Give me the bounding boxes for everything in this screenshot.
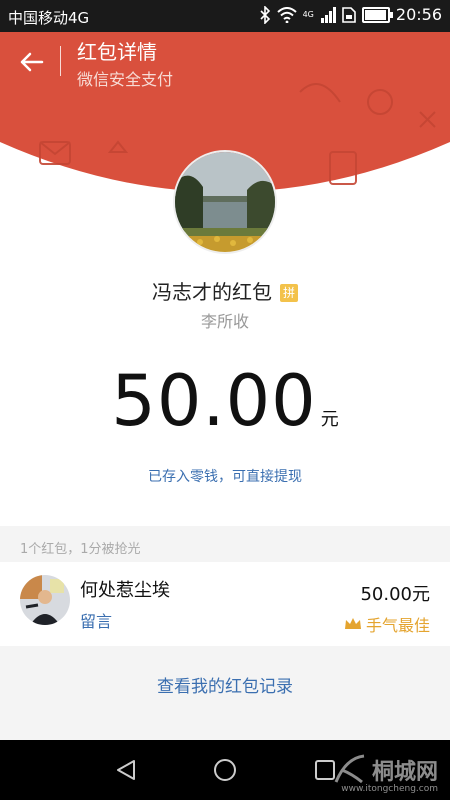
clock: 20:56 bbox=[395, 5, 442, 24]
crown-icon bbox=[344, 618, 361, 629]
person-photo bbox=[20, 575, 70, 625]
nav-back-button[interactable] bbox=[114, 758, 138, 782]
receiver-name: 何处惹尘埃 bbox=[80, 580, 170, 601]
packet-owner-label: 冯志才的红包 bbox=[152, 280, 272, 304]
network-type-label: 4G bbox=[302, 10, 314, 19]
pin-badge: 拼 bbox=[280, 284, 298, 302]
sim-icon bbox=[342, 6, 356, 23]
site-watermark: 桐城网 www.itongcheng.com bbox=[332, 740, 438, 800]
page-title: 红包详情 bbox=[77, 40, 157, 64]
carrier-name: 中国移动4G bbox=[8, 9, 90, 27]
status-bar: 中国移动4G 4G 20:56 bbox=[0, 0, 450, 32]
packet-summary: 1个红包，1分被抢光 bbox=[0, 526, 450, 562]
best-luck-label: 手气最佳 bbox=[365, 616, 430, 635]
sender-avatar[interactable] bbox=[175, 152, 275, 252]
summary-text: 1个红包，1分被抢光 bbox=[20, 542, 141, 557]
receiver-amount: 50.00元 bbox=[360, 584, 430, 605]
amount-value: 50.00 bbox=[111, 360, 317, 442]
deposit-note-link[interactable]: 已存入零钱，可直接提现 bbox=[0, 466, 450, 486]
page-subtitle: 微信安全支付 bbox=[77, 70, 174, 89]
battery-fill bbox=[364, 9, 387, 20]
status-icons: 4G 20:56 bbox=[259, 5, 442, 24]
landscape-photo bbox=[175, 152, 275, 252]
packet-owner: 冯志才的红包拼 bbox=[0, 276, 450, 305]
view-records-link[interactable]: 查看我的红包记录 bbox=[0, 672, 450, 697]
nav-home-button[interactable] bbox=[213, 758, 237, 782]
watermark-logo-icon bbox=[334, 754, 365, 784]
signal-icon bbox=[320, 6, 336, 23]
battery-icon bbox=[361, 6, 393, 23]
list-item[interactable]: 何处惹尘埃 留言 50.00元 手气最佳 bbox=[0, 562, 450, 647]
bluetooth-icon bbox=[260, 5, 270, 24]
wifi-icon bbox=[276, 6, 297, 23]
amount-unit: 元 bbox=[320, 409, 339, 430]
back-button[interactable] bbox=[18, 48, 46, 76]
receiver-avatar[interactable] bbox=[20, 575, 70, 625]
watermark-url: www.itongcheng.com bbox=[341, 784, 438, 794]
amount-display: 50.00 元 bbox=[0, 360, 450, 442]
best-luck-badge: 手气最佳 bbox=[344, 612, 430, 636]
header-divider bbox=[60, 46, 61, 76]
watermark-text: 桐城网 bbox=[371, 760, 438, 785]
leave-message-link[interactable]: 留言 bbox=[80, 608, 112, 632]
packet-sender: 李所收 bbox=[200, 312, 249, 331]
